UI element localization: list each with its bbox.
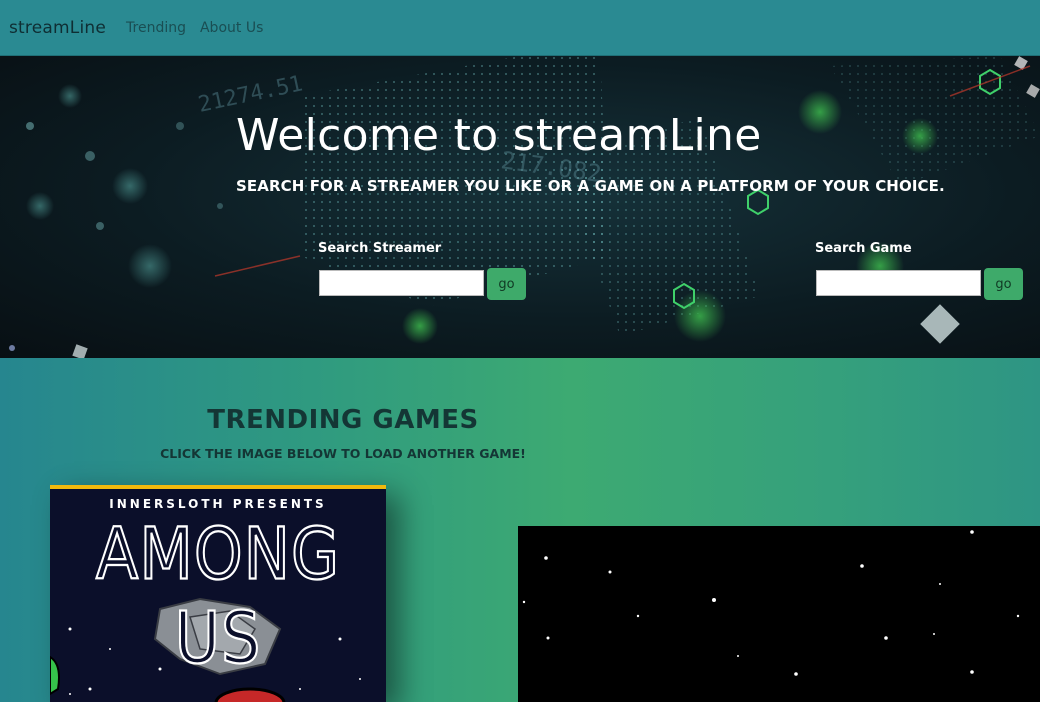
- hero-background-image: 21274.51 217.082: [9, 56, 1040, 358]
- nav-link-about-us[interactable]: About Us: [200, 20, 263, 36]
- search-game-input[interactable]: [816, 270, 981, 296]
- search-streamer-go-button[interactable]: go: [487, 268, 526, 300]
- cover-title-text: AMONG US: [95, 511, 341, 681]
- search-streamer-input[interactable]: [319, 270, 484, 296]
- search-game-go-button[interactable]: go: [984, 268, 1023, 300]
- trending-subtitle: CLICK THE IMAGE BELOW TO LOAD ANOTHER GA…: [160, 446, 526, 461]
- hero-title: Welcome to streamLine: [236, 110, 762, 161]
- stream-player[interactable]: [518, 526, 1040, 702]
- navbar: streamLine Trending About Us: [0, 0, 1040, 56]
- cover-presents-text: INNERSLOTH PRESENTS: [109, 497, 327, 511]
- trending-title: TRENDING GAMES: [207, 405, 479, 435]
- search-game-label: Search Game: [815, 241, 912, 256]
- hero-subtitle: SEARCH FOR A STREAMER YOU LIKE OR A GAME…: [236, 177, 945, 195]
- hero-section: 21274.51 217.082 Welcome to streamLine S…: [0, 56, 1040, 358]
- game-cover-image[interactable]: INNERSLOTH PRESENTS AMONG US: [50, 485, 386, 702]
- trending-section: TRENDING GAMES CLICK THE IMAGE BELOW TO …: [0, 358, 1040, 702]
- brand-logo[interactable]: streamLine: [9, 18, 106, 38]
- nav-link-trending[interactable]: Trending: [126, 20, 186, 36]
- search-streamer-label: Search Streamer: [318, 241, 442, 256]
- player-starfield: [522, 530, 1020, 676]
